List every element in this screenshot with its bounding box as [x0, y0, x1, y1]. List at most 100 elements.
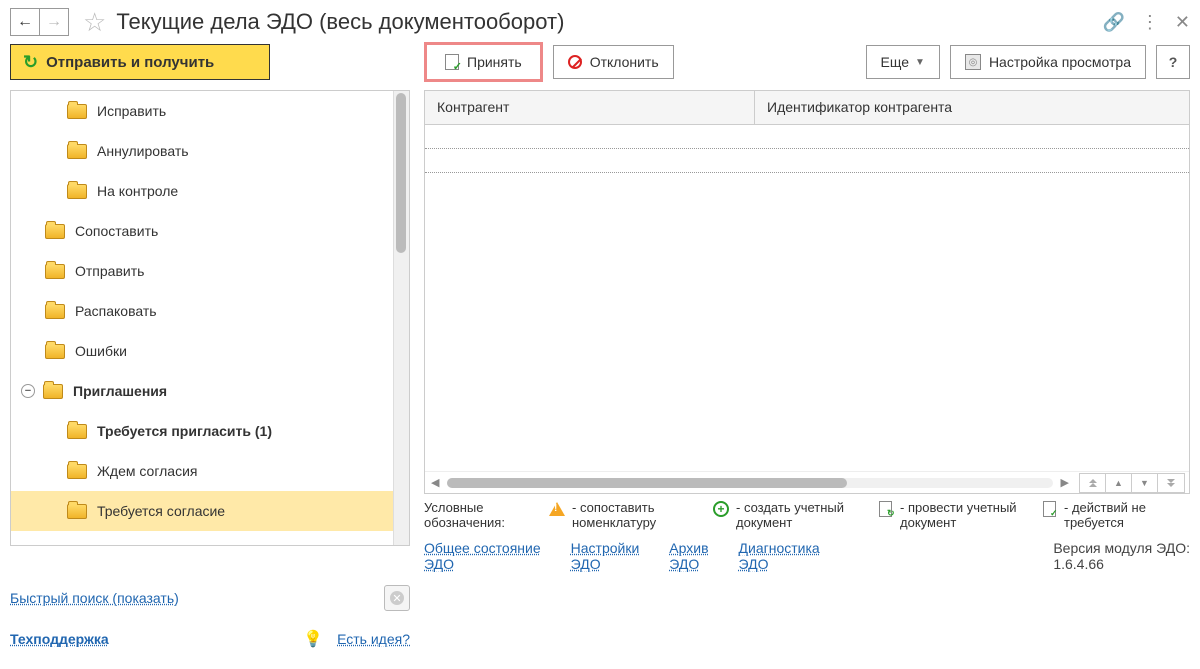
nav-first-icon[interactable]	[1080, 474, 1106, 492]
tree-item-label: Сопоставить	[75, 223, 158, 239]
folder-icon	[67, 184, 87, 199]
nav-forward-button[interactable]: →	[39, 8, 69, 36]
accept-button[interactable]: Принять	[424, 42, 543, 82]
view-settings-button[interactable]: ◎ Настройка просмотра	[950, 45, 1146, 79]
support-link[interactable]: Техподдержка	[10, 631, 109, 647]
page-title: Текущие дела ЭДО (весь документооборот)	[116, 9, 1102, 35]
legend: Условные обозначения: - сопоставить номе…	[424, 500, 1190, 530]
tree-item[interactable]: Исправить	[11, 91, 409, 131]
link-settings-b[interactable]: ЭДО	[571, 556, 640, 572]
chevron-down-icon: ▼	[915, 57, 925, 68]
legend-text-3: - провести учетный документ	[900, 500, 1026, 530]
folder-icon	[43, 384, 63, 399]
refresh-icon: ↻	[23, 52, 38, 73]
favorite-star-icon[interactable]: ☆	[83, 7, 106, 38]
legend-text-2: - создать учетный документ	[736, 500, 862, 530]
collapse-icon[interactable]: −	[21, 384, 35, 398]
nav-down-icon[interactable]: ▼	[1132, 474, 1158, 492]
tree-scrollbar[interactable]	[393, 91, 409, 545]
link-icon[interactable]: 🔗	[1102, 12, 1124, 33]
idea-link[interactable]: Есть идея?	[337, 631, 410, 647]
folder-icon	[45, 224, 65, 239]
tree-item[interactable]: Аннулировать	[11, 131, 409, 171]
tree-item[interactable]: Ошибки	[11, 331, 409, 371]
tree-item[interactable]: Сопоставить	[11, 211, 409, 251]
column-header-counterparty[interactable]: Контрагент	[425, 91, 755, 124]
close-icon[interactable]: ✕	[1175, 12, 1190, 33]
tree-item-label: Требуется пригласить (1)	[97, 423, 272, 439]
tree-item-label: Аннулировать	[97, 143, 189, 159]
nav-back-button[interactable]: ←	[10, 8, 40, 36]
tree-item[interactable]: Требуется согласие	[11, 491, 409, 531]
column-header-identifier[interactable]: Идентификатор контрагента	[755, 91, 1189, 124]
folder-icon	[45, 344, 65, 359]
tree-item-label: Ждем согласия	[97, 463, 198, 479]
view-settings-icon: ◎	[965, 54, 981, 70]
header: ← → ☆ Текущие дела ЭДО (весь документооб…	[0, 0, 1200, 44]
tree-item[interactable]: Ждем согласия	[11, 451, 409, 491]
table-row[interactable]	[425, 125, 1189, 149]
tree-item-label: Отправить	[75, 263, 144, 279]
link-archive[interactable]: Архив	[669, 540, 708, 556]
folder-tree: Исправить Аннулировать На контроле Сопостав…	[10, 90, 410, 546]
clear-filter-icon: ✕	[390, 591, 404, 605]
folder-icon	[67, 104, 87, 119]
folder-icon	[67, 424, 87, 439]
folder-icon	[67, 144, 87, 159]
quick-search-link[interactable]: Быстрый поиск (показать)	[10, 590, 179, 606]
horizontal-scroll: ◀ ▶ ▲ ▼	[425, 471, 1189, 493]
tree-item[interactable]: Отправить	[11, 251, 409, 291]
process-icon	[876, 500, 894, 518]
tree-item-label: Приглашения	[73, 383, 167, 399]
tree-item-label: Распаковать	[75, 303, 157, 319]
link-general-state-b[interactable]: ЭДО	[424, 556, 541, 572]
link-diagnostics[interactable]: Диагностика	[739, 540, 820, 556]
folder-icon	[45, 304, 65, 319]
link-archive-b[interactable]: ЭДО	[669, 556, 708, 572]
folder-icon	[67, 504, 87, 519]
send-receive-label: Отправить и получить	[46, 54, 214, 71]
nav-up-icon[interactable]: ▲	[1106, 474, 1132, 492]
tree-item[interactable]: Требуется пригласить (1)	[11, 411, 409, 451]
help-button[interactable]: ?	[1156, 45, 1190, 79]
folder-icon	[67, 464, 87, 479]
accept-label: Принять	[467, 54, 522, 70]
version-label: Версия модуля ЭДО: 1.6.4.66	[1053, 540, 1190, 572]
footer-links: Общее состояние ЭДО Настройки ЭДО Архив …	[424, 540, 1190, 572]
legend-text-1: - сопоставить номенклатуру	[572, 500, 698, 530]
tree-item[interactable]: На контроле	[11, 171, 409, 211]
kebab-menu-icon[interactable]: ⋮	[1141, 12, 1159, 33]
scroll-left-icon[interactable]: ◀	[429, 476, 441, 489]
lightbulb-icon: 💡	[303, 629, 323, 649]
tree-item-label: Исправить	[97, 103, 166, 119]
send-receive-button[interactable]: ↻ Отправить и получить	[10, 44, 270, 80]
toolbar: Принять Отклонить Еще ▼ ◎ Настройка прос…	[424, 44, 1190, 80]
reject-icon	[568, 55, 582, 69]
create-icon: +	[712, 500, 730, 518]
reject-button[interactable]: Отклонить	[553, 45, 674, 79]
row-nav: ▲ ▼	[1079, 473, 1185, 493]
data-table: Контрагент Идентификатор контрагента ◀ ▶…	[424, 90, 1190, 494]
scroll-right-icon[interactable]: ▶	[1059, 476, 1071, 489]
folder-icon	[45, 264, 65, 279]
more-button[interactable]: Еще ▼	[866, 45, 940, 79]
nav-last-icon[interactable]	[1158, 474, 1184, 492]
view-settings-label: Настройка просмотра	[989, 54, 1131, 70]
done-icon	[1040, 500, 1058, 518]
clear-filter-button[interactable]: ✕	[384, 585, 410, 611]
warning-icon	[548, 500, 566, 518]
accept-icon	[445, 54, 459, 70]
tree-item[interactable]: Распаковать	[11, 291, 409, 331]
tree-item-label: Ошибки	[75, 343, 127, 359]
link-settings[interactable]: Настройки	[571, 540, 640, 556]
scrollbar-track[interactable]	[447, 478, 1052, 488]
link-diagnostics-b[interactable]: ЭДО	[739, 556, 820, 572]
legend-label: Условные обозначения:	[424, 500, 534, 530]
link-general-state[interactable]: Общее состояние	[424, 540, 541, 556]
more-label: Еще	[881, 54, 910, 70]
legend-text-4: - действий не требуется	[1064, 500, 1190, 530]
tree-item[interactable]: − Приглашения	[11, 371, 409, 411]
table-row[interactable]	[425, 149, 1189, 173]
tree-item-label: На контроле	[97, 183, 178, 199]
reject-label: Отклонить	[590, 54, 659, 70]
